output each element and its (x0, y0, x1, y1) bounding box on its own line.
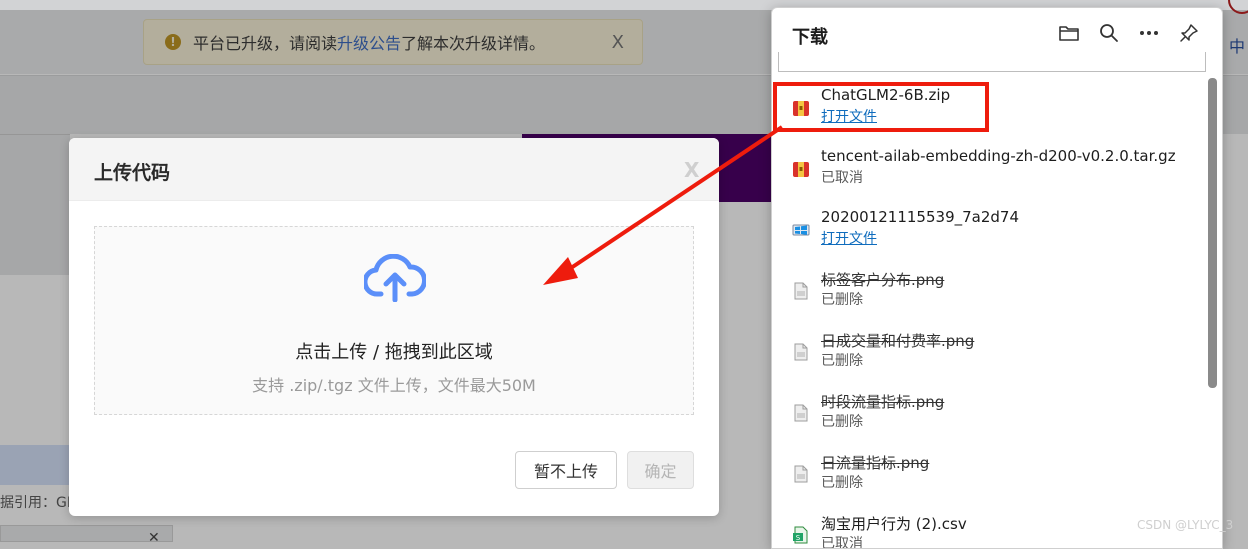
download-file-name: 时段流量指标.png (821, 393, 945, 411)
download-item[interactable]: 时段流量指标.png 已删除 (772, 391, 1202, 447)
cloud-upload-icon (364, 254, 426, 302)
notice-text-before: 平台已升级，请阅读 (193, 34, 338, 53)
download-status: 已取消 (821, 170, 863, 186)
download-item[interactable]: 日流量指标.png 已删除 (772, 452, 1202, 508)
tag-close-icon[interactable]: ✕ (148, 530, 160, 546)
watermark: CSDN @LYLYC_3 (1137, 518, 1234, 532)
upload-code-dialog: 上传代码 X 点击上传 / 拖拽到此区域 支持 .zip/.tgz 文件上传，文… (69, 138, 719, 516)
reference-text: 据引用：GE (0, 495, 76, 511)
left-panel (0, 134, 70, 275)
left-panel-block (0, 445, 70, 485)
download-status: 已删除 (821, 292, 863, 308)
downloads-search-box[interactable] (778, 52, 1206, 72)
downloads-scrollbar[interactable] (1208, 78, 1217, 388)
app-file-icon (792, 221, 810, 239)
notice-link[interactable]: 升级公告 (337, 30, 401, 54)
downloads-title: 下载 (792, 27, 828, 48)
image-file-icon (792, 343, 810, 361)
download-item[interactable]: tencent-ailab-embedding-zh-d200-v0.2.0.t… (772, 147, 1202, 203)
download-file-name: 淘宝用户行为 (2).csv (821, 515, 967, 533)
image-file-icon (792, 404, 810, 422)
dropzone-main-text: 点击上传 / 拖拽到此区域 (295, 342, 493, 363)
download-file-name: 日流量指标.png (821, 454, 930, 472)
notice-close-icon[interactable]: X (612, 32, 624, 53)
image-file-icon (792, 282, 810, 300)
folder-icon[interactable] (1056, 20, 1082, 46)
upload-dropzone[interactable]: 点击上传 / 拖拽到此区域 支持 .zip/.tgz 文件上传，文件最大50M (94, 226, 694, 415)
upgrade-notice: ! 平台已升级，请阅读 升级公告 了解本次升级详情。 X (143, 19, 643, 65)
annotation-highlight-box (773, 82, 989, 132)
image-file-icon (792, 465, 810, 483)
skip-upload-button[interactable]: 暂不上传 (515, 451, 617, 489)
download-status: 已删除 (821, 353, 863, 369)
dropzone-hint: 支持 .zip/.tgz 文件上传，文件最大50M (252, 376, 536, 395)
open-file-link[interactable]: 打开文件 (821, 228, 877, 248)
warning-icon: ! (165, 34, 181, 50)
download-item[interactable]: 标签客户分布.png 已删除 (772, 269, 1202, 325)
download-item[interactable]: 20200121115539_7a2d74 打开文件 (772, 208, 1202, 264)
dialog-title: 上传代码 (94, 162, 171, 184)
download-item[interactable]: 日成交量和付费率.png 已删除 (772, 330, 1202, 386)
language-switch[interactable]: 中 (1229, 33, 1245, 57)
zip-archive-icon (792, 160, 810, 178)
dialog-header: 上传代码 X (69, 138, 719, 201)
search-icon[interactable] (1096, 20, 1122, 46)
download-file-name: 20200121115539_7a2d74 (821, 208, 1019, 226)
notice-text-after: 了解本次升级详情。 (401, 34, 546, 53)
confirm-button[interactable]: 确定 (627, 451, 694, 489)
download-status: 已取消 (821, 536, 863, 549)
download-file-name: 日成交量和付费率.png (821, 332, 975, 350)
download-status: 已删除 (821, 475, 863, 491)
csv-file-icon: S (792, 526, 810, 544)
download-file-name: tencent-ailab-embedding-zh-d200-v0.2.0.t… (821, 147, 1176, 165)
download-status: 已删除 (821, 414, 863, 430)
download-file-name: 标签客户分布.png (821, 271, 945, 289)
svg-text:S: S (796, 534, 801, 542)
more-icon[interactable] (1136, 20, 1162, 46)
pin-icon[interactable] (1176, 20, 1202, 46)
dialog-close-icon[interactable]: X (684, 158, 699, 182)
